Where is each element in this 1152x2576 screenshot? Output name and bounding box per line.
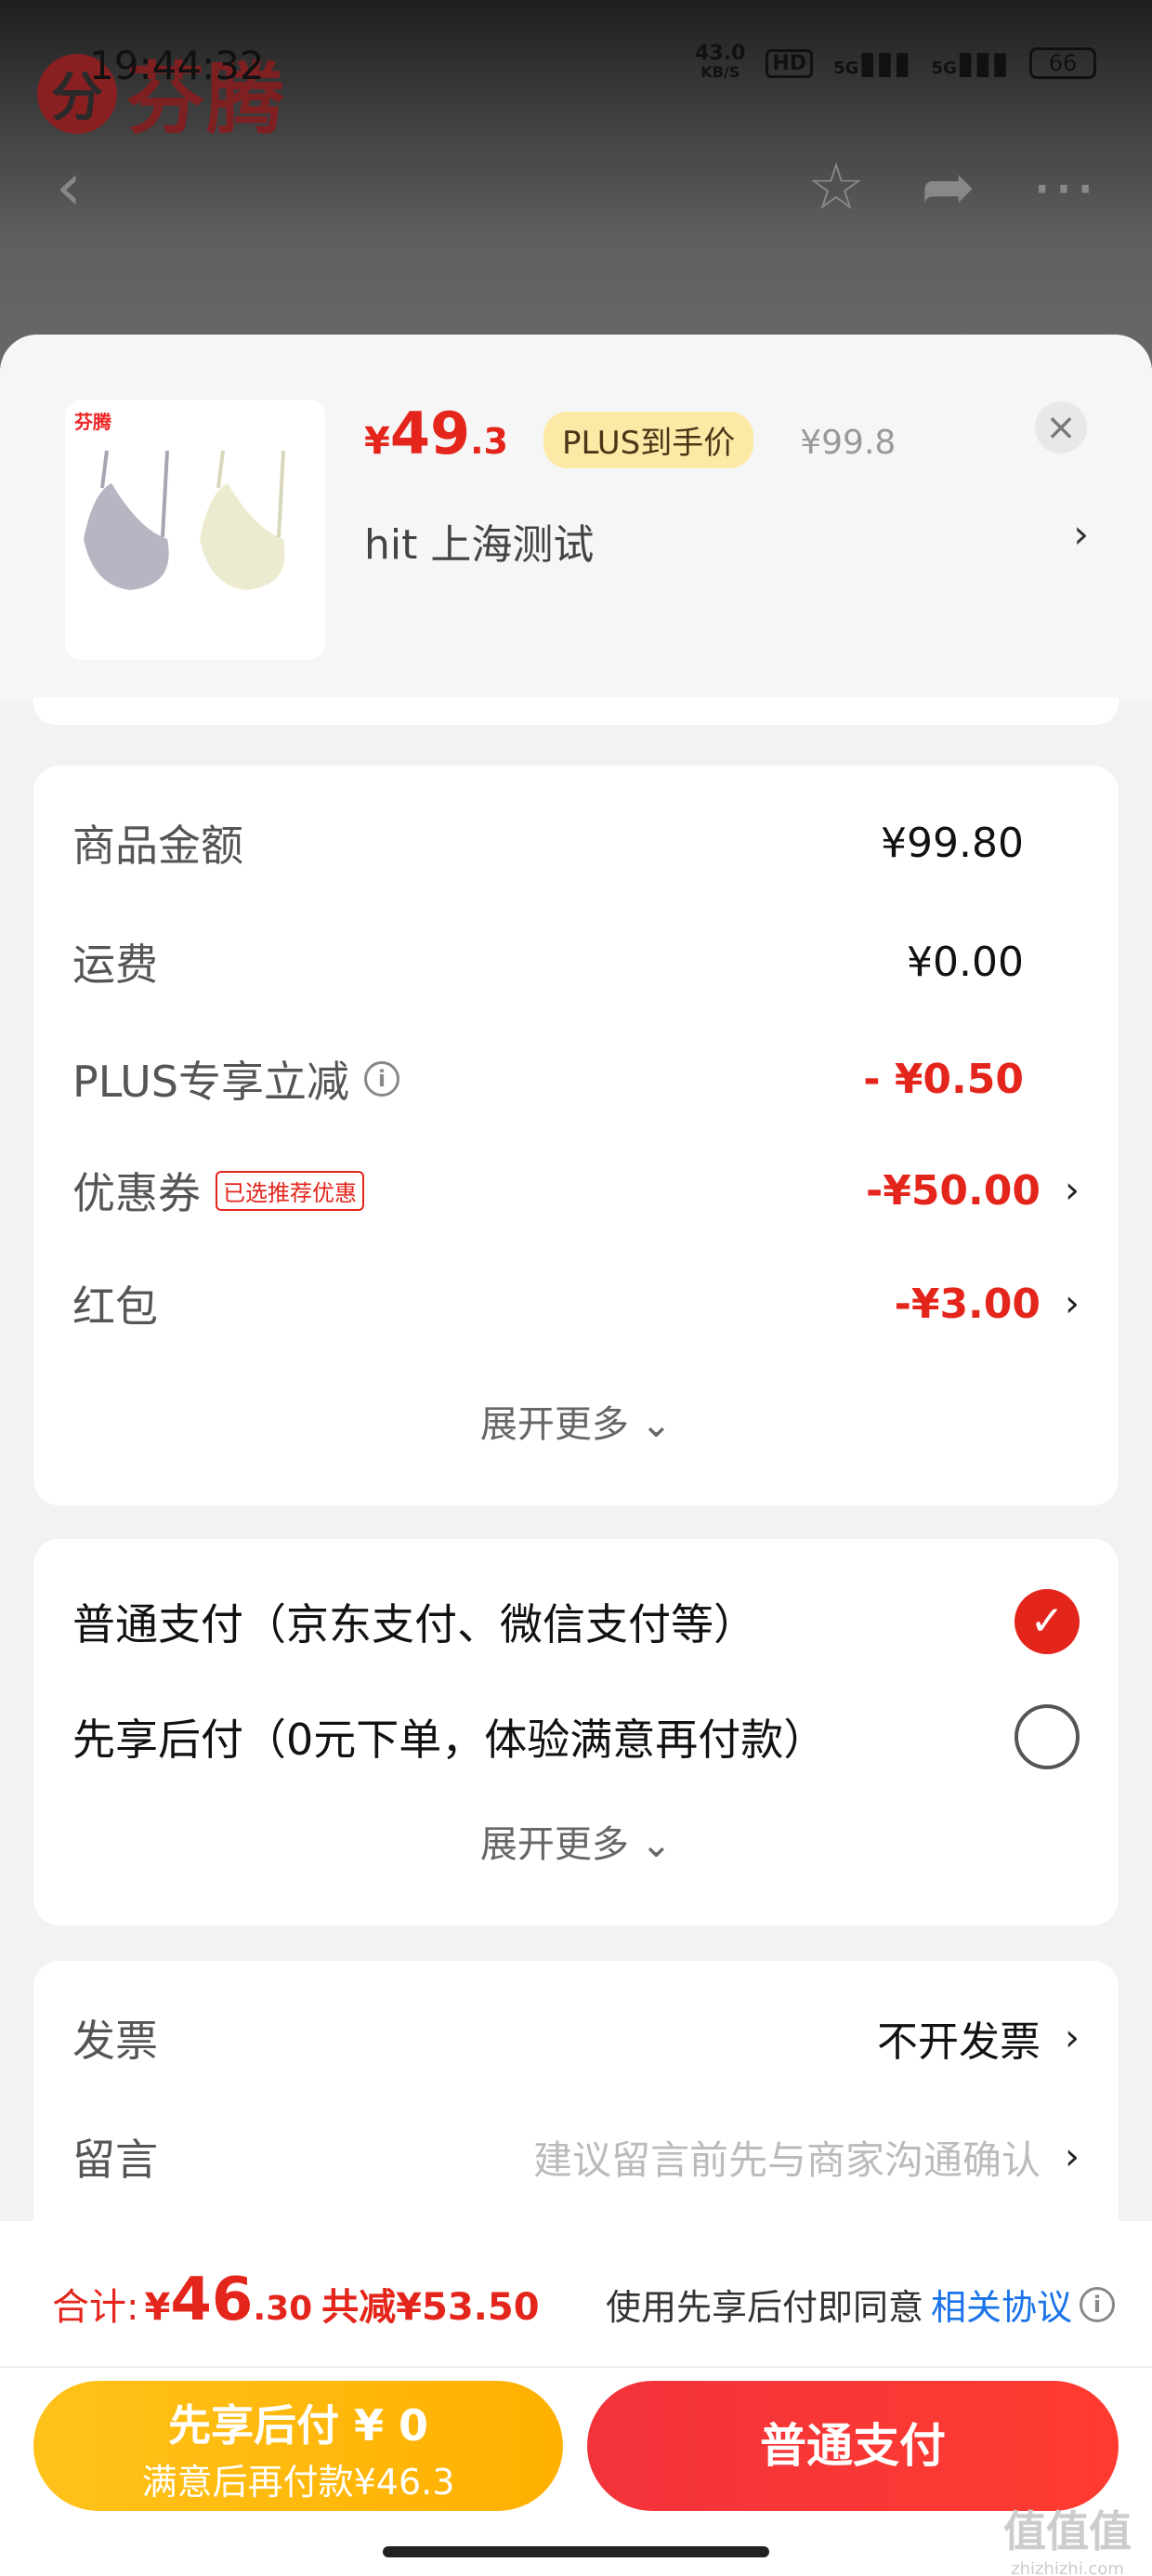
- normal-pay-button[interactable]: 普通支付: [587, 2381, 1119, 2511]
- price-dec: .3: [470, 421, 509, 462]
- total-row: 合计: ¥ 46 .30 共减¥53.50 使用先享后付即同意 相关协议 i: [52, 2266, 1115, 2334]
- coupon-row[interactable]: 优惠券 已选推荐优惠 -¥50.00 ›: [72, 1160, 1080, 1221]
- net-speed: 43.0 KB/S: [695, 42, 746, 82]
- shipping-label: 运费: [72, 940, 158, 990]
- signal-icon-1: 5G▮▮▮: [833, 45, 911, 82]
- chevron-down-icon: ⌄: [628, 1403, 673, 1446]
- goods-amount-value: ¥99.80: [881, 819, 1024, 867]
- expand-more-payment[interactable]: 展开更多 ⌄: [33, 1814, 1119, 1868]
- invoice-label: 发票: [72, 2016, 158, 2066]
- background-page: 分 芬腾 19:44:32 43.0 KB/S HD 5G▮▮▮ 5G▮▮▮ 6…: [0, 0, 1152, 390]
- message-placeholder: 建议留言前先与商家沟通确认: [532, 2136, 1041, 2183]
- thumb-brand: 芬腾: [74, 411, 111, 433]
- product-header: 芬腾 ¥49.3 PLUS到手价 ¥99.8 × hit 上海测试 ›: [0, 335, 1152, 725]
- radio-unchecked-icon[interactable]: [1015, 1704, 1080, 1769]
- original-price: ¥99.8: [800, 424, 897, 462]
- chevron-right-icon: ›: [1065, 2017, 1080, 2059]
- red-packet-row[interactable]: 红包 -¥3.00 ›: [72, 1273, 1080, 1334]
- radio-checked-icon[interactable]: ✓: [1015, 1589, 1080, 1654]
- product-image: [84, 450, 285, 590]
- chevron-down-icon: ⌄: [628, 1823, 673, 1866]
- more-icon[interactable]: ⋯: [1031, 149, 1096, 225]
- coupon-label: 优惠券: [72, 1168, 201, 1218]
- close-button[interactable]: ×: [1035, 401, 1087, 453]
- shipping-row: 运费 ¥0.00: [72, 931, 1080, 992]
- hd-icon: HD: [766, 48, 814, 78]
- plus-discount-label: PLUS专享立减: [72, 1057, 349, 1107]
- nav-actions: ☆ ➦ ⋯: [807, 149, 1096, 225]
- status-time: 19:44:32: [89, 43, 265, 88]
- bnpl-button-line1: 先享后付 ¥ 0: [167, 2400, 429, 2451]
- price-row: ¥49.3 PLUS到手价 ¥99.8: [364, 400, 896, 468]
- total-dec: .30: [253, 2290, 313, 2328]
- bnpl-pay-button[interactable]: 先享后付 ¥ 0 满意后再付款¥46.3: [33, 2381, 563, 2511]
- payment-option-normal[interactable]: 普通支付（京东支付、微信支付等） ✓: [72, 1589, 1080, 1654]
- share-icon[interactable]: ➦: [921, 149, 975, 225]
- price-int: 49: [389, 400, 471, 467]
- star-icon[interactable]: ☆: [807, 149, 866, 225]
- message-row[interactable]: 留言 建议留言前先与商家沟通确认 ›: [72, 2126, 1080, 2188]
- status-icons: 43.0 KB/S HD 5G▮▮▮ 5G▮▮▮ 66: [695, 42, 1096, 82]
- info-icon[interactable]: i: [1080, 2286, 1115, 2322]
- product-thumbnail[interactable]: 芬腾: [65, 400, 325, 660]
- total-symbol: ¥: [144, 2286, 171, 2329]
- red-packet-value: -¥3.00: [894, 1280, 1041, 1328]
- chevron-right-icon: ›: [1073, 511, 1089, 557]
- expand-more-summary[interactable]: 展开更多 ⌄: [33, 1394, 1119, 1448]
- info-icon[interactable]: i: [363, 1061, 399, 1097]
- extras-card: 发票 不开发票 › 留言 建议留言前先与商家沟通确认 ›: [33, 1961, 1119, 2258]
- red-packet-label: 红包: [72, 1281, 158, 1332]
- home-indicator[interactable]: [383, 2546, 769, 2557]
- back-icon[interactable]: ‹: [56, 149, 82, 225]
- invoice-value: 不开发票: [877, 2018, 1041, 2066]
- total-int: 46: [170, 2266, 254, 2334]
- watermark: 值值值 zhizhizhi.com: [1003, 2506, 1132, 2576]
- goods-amount-label: 商品金额: [72, 821, 243, 871]
- message-label: 留言: [72, 2135, 158, 2185]
- coupon-value: -¥50.00: [865, 1166, 1041, 1215]
- battery-icon: 66: [1029, 47, 1096, 79]
- total-label: 合计:: [52, 2286, 139, 2329]
- payment-method-card: 普通支付（京东支付、微信支付等） ✓ 先享后付（0元下单，体验满意再付款） 展开…: [33, 1539, 1119, 1925]
- chevron-right-icon: ›: [1065, 1169, 1080, 1212]
- payment-bnpl-label: 先享后付（0元下单，体验满意再付款）: [72, 1715, 827, 1765]
- signal-icon-2: 5G▮▮▮: [931, 45, 1009, 82]
- chevron-right-icon: ›: [1065, 2136, 1080, 2178]
- agreement-text: 使用先享后付即同意 相关协议 i: [606, 2279, 1115, 2330]
- agreement-link[interactable]: 相关协议: [931, 2279, 1072, 2330]
- price-symbol: ¥: [364, 420, 390, 463]
- address-text: hit 上海测试: [364, 521, 595, 569]
- bottom-action-bar: 合计: ¥ 46 .30 共减¥53.50 使用先享后付即同意 相关协议 i 先…: [0, 2221, 1152, 2576]
- chevron-right-icon: ›: [1065, 1282, 1080, 1325]
- price-summary-card: 商品金额 ¥99.80 运费 ¥0.00 PLUS专享立减 i - ¥0.50 …: [33, 766, 1119, 1505]
- plus-discount-row: PLUS专享立减 i - ¥0.50: [72, 1048, 1080, 1110]
- payment-option-bnpl[interactable]: 先享后付（0元下单，体验满意再付款）: [72, 1704, 1080, 1769]
- address-row[interactable]: hit 上海测试 ›: [364, 511, 1089, 571]
- plus-discount-value: - ¥0.50: [863, 1055, 1024, 1103]
- invoice-row[interactable]: 发票 不开发票 ›: [72, 2007, 1080, 2069]
- payment-normal-label: 普通支付（京东支付、微信支付等）: [72, 1599, 756, 1649]
- collapsed-card-edge: [33, 697, 1119, 725]
- shipping-value: ¥0.00: [907, 938, 1024, 986]
- total-saved: 共减¥53.50: [321, 2286, 540, 2329]
- coupon-tag: 已选推荐优惠: [216, 1170, 364, 1211]
- divider: [0, 2366, 1152, 2368]
- plus-price-badge: PLUS到手价: [543, 412, 754, 468]
- goods-amount-row: 商品金额 ¥99.80: [72, 812, 1080, 874]
- bnpl-button-line2: 满意后再付款¥46.3: [141, 2462, 455, 2503]
